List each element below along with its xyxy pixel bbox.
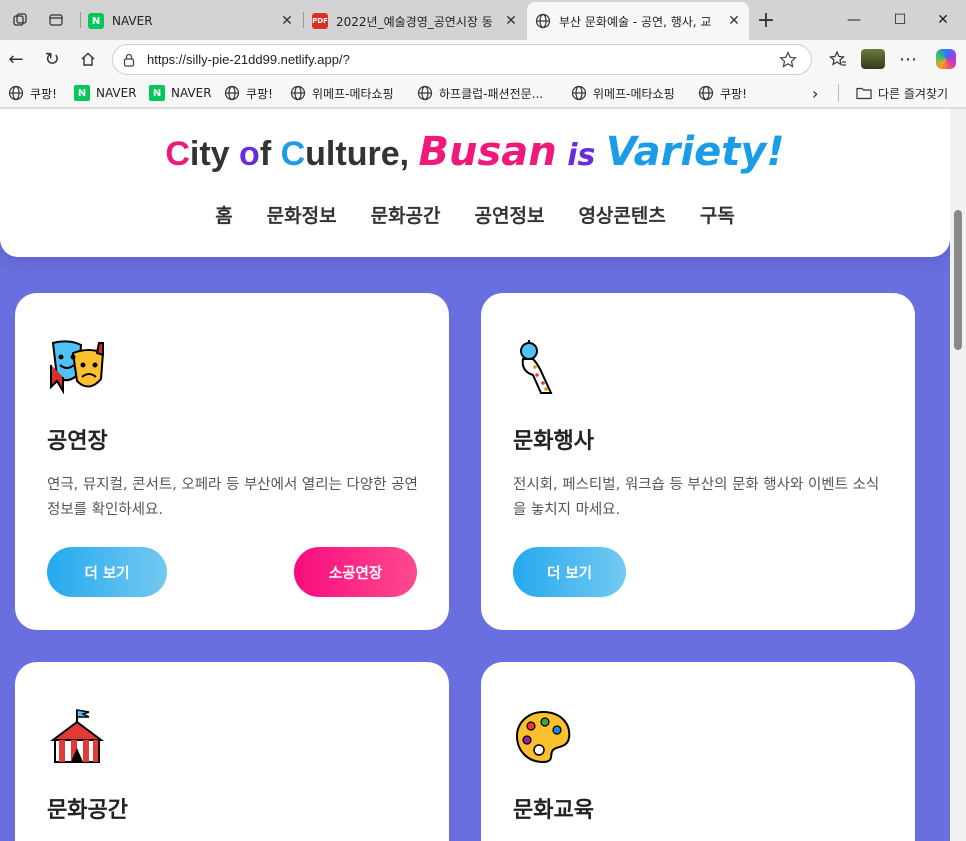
bookmark-item[interactable]: 쿠팡!	[8, 83, 57, 103]
title-is: is	[556, 138, 606, 173]
lock-icon[interactable]	[123, 53, 139, 67]
nav-subscribe[interactable]: 구독	[700, 201, 735, 228]
nav-video-content[interactable]: 영상콘텐츠	[578, 201, 665, 228]
tab-strip: N NAVER ✕ PDF 2022년_예술경영_공연시장 동 ✕ 부산 문화예…	[0, 0, 966, 40]
card-description: 전시회, 페스티벌, 워크숍 등 부산의 문화 행사와 이벤트 소식을 놓치지 …	[513, 477, 880, 518]
favorites-icon[interactable]	[824, 45, 852, 73]
page-viewport: City of Culture, Busan is Variety! 홈 문화정…	[0, 109, 950, 841]
bookmark-label: NAVER	[171, 86, 212, 100]
chevron-right-icon[interactable]: ›	[812, 83, 818, 103]
tab-title: NAVER	[112, 14, 153, 28]
tab-title: 2022년_예술경영_공연시장 동	[336, 14, 493, 29]
bookmark-item[interactable]: 쿠팡!	[224, 83, 273, 103]
scrollbar-thumb[interactable]	[954, 210, 962, 350]
globe-icon	[224, 85, 240, 101]
bookmark-item[interactable]: 위메프-메타쇼핑	[571, 83, 675, 103]
window-close-icon[interactable]: ✕	[920, 0, 966, 40]
title-busan: Busan	[418, 129, 557, 175]
circus-tent-icon	[47, 706, 107, 766]
more-button[interactable]: 더 보기	[47, 547, 167, 597]
title-text: ity	[189, 135, 240, 173]
close-icon[interactable]: ✕	[278, 12, 296, 30]
bookmark-label: 하프클럽-패션전문...	[439, 86, 544, 101]
card-culture-space: 문화공간	[15, 662, 449, 841]
tab-actions-icon[interactable]	[44, 8, 68, 32]
bookmark-label: 위메프-메타쇼핑	[312, 86, 394, 101]
pdf-icon: PDF	[312, 13, 328, 29]
card-title: 문화공간	[47, 798, 128, 823]
card-description: 연극, 뮤지컬, 콘서트, 오페라 등 부산에서 열리는 다양한 공연 정보를 …	[47, 477, 418, 518]
title-variety: Variety!	[605, 129, 785, 175]
card-title: 공연장	[47, 429, 108, 454]
globe-icon	[8, 85, 24, 101]
site-header: City of Culture, Busan is Variety! 홈 문화정…	[0, 109, 950, 257]
card-culture-event: 문화행사 전시회, 페스티벌, 워크숍 등 부산의 문화 행사와 이벤트 소식을…	[481, 293, 915, 630]
home-icon[interactable]	[74, 45, 102, 73]
theater-masks-icon	[47, 337, 107, 397]
title-letter: C	[280, 135, 306, 173]
naver-icon: N	[88, 13, 104, 29]
artist-palette-icon	[513, 706, 573, 766]
close-icon[interactable]: ✕	[725, 12, 743, 30]
tab-pdf[interactable]: PDF 2022년_예술경영_공연시장 동 ✕	[304, 2, 526, 40]
close-icon[interactable]: ✕	[502, 12, 520, 30]
tab-busan-culture[interactable]: 부산 문화예술 - 공연, 행사, 교 ✕	[527, 2, 749, 40]
globe-icon	[571, 85, 587, 101]
page-scrollbar[interactable]	[950, 109, 966, 841]
small-theater-button[interactable]: 소공연장	[294, 547, 417, 597]
minimize-icon[interactable]: —	[831, 0, 877, 40]
bookmark-item[interactable]: 하프클럽-패션전문...	[417, 83, 543, 103]
globe-icon	[417, 85, 433, 101]
copilot-icon[interactable]	[932, 45, 960, 73]
bookmark-label: 쿠팡!	[246, 86, 273, 101]
card-theater: 공연장 연극, 뮤지컬, 콘서트, 오페라 등 부산에서 열리는 다양한 공연 …	[15, 293, 449, 630]
new-tab-icon[interactable]: +	[754, 8, 778, 33]
bookmark-item[interactable]: N NAVER	[74, 83, 137, 103]
folder-icon	[856, 85, 872, 101]
address-bar[interactable]: https://silly-pie-21dd99.netlify.app/?	[112, 44, 812, 75]
tab-title: 부산 문화예술 - 공연, 행사, 교	[559, 14, 712, 29]
title-text: ulture,	[305, 135, 419, 173]
title-letter: o	[239, 135, 260, 173]
nav-performance-info[interactable]: 공연정보	[475, 201, 545, 228]
globe-icon	[290, 85, 306, 101]
card-title: 문화행사	[513, 429, 594, 454]
party-popper-icon	[513, 337, 573, 397]
tab-naver[interactable]: N NAVER ✕	[80, 2, 302, 40]
bookmark-separator	[838, 84, 839, 102]
workspaces-icon[interactable]	[8, 8, 32, 32]
address-url[interactable]: https://silly-pie-21dd99.netlify.app/?	[147, 52, 779, 67]
bookmarks-bar: 쿠팡! N NAVER N NAVER 쿠팡! 위메프-메타쇼핑 하프클럽-패션…	[0, 78, 966, 108]
other-favorites[interactable]: 다른 즐겨찾기	[856, 83, 948, 103]
nav-home[interactable]: 홈	[215, 201, 232, 228]
nav-culture-info[interactable]: 문화정보	[267, 201, 337, 228]
bookmark-label: 위메프-메타쇼핑	[593, 86, 675, 101]
naver-icon: N	[149, 85, 165, 101]
more-button[interactable]: 더 보기	[513, 547, 626, 597]
favorite-star-icon[interactable]	[779, 50, 803, 69]
naver-icon: N	[74, 85, 90, 101]
globe-icon	[698, 85, 714, 101]
bookmark-label: 쿠팡!	[720, 86, 747, 101]
bookmark-item[interactable]: N NAVER	[149, 83, 212, 103]
more-menu-icon[interactable]: ⋯	[894, 45, 922, 73]
back-icon[interactable]: ←	[2, 45, 30, 73]
bookmark-item[interactable]: 쿠팡!	[698, 83, 747, 103]
maximize-icon[interactable]: ☐	[877, 0, 923, 40]
bookmark-label: NAVER	[96, 86, 137, 100]
main-nav: 홈 문화정보 문화공간 공연정보 영상콘텐츠 구독	[0, 201, 950, 228]
title-letter: C	[165, 135, 190, 173]
card-culture-education: 문화교육	[481, 662, 915, 841]
refresh-icon[interactable]: ↻	[38, 45, 66, 73]
globe-icon	[535, 13, 551, 29]
title-text: f	[259, 135, 281, 173]
bookmark-item[interactable]: 위메프-메타쇼핑	[290, 83, 394, 103]
profile-avatar[interactable]	[858, 45, 888, 73]
other-favorites-label: 다른 즐겨찾기	[878, 86, 949, 101]
card-title: 문화교육	[513, 798, 594, 823]
site-title[interactable]: City of Culture, Busan is Variety!	[0, 129, 950, 175]
browser-toolbar: ← ↻ https://silly-pie-21dd99.netlify.app…	[0, 40, 966, 78]
bookmark-label: 쿠팡!	[30, 86, 57, 101]
nav-culture-space[interactable]: 문화공간	[371, 201, 441, 228]
